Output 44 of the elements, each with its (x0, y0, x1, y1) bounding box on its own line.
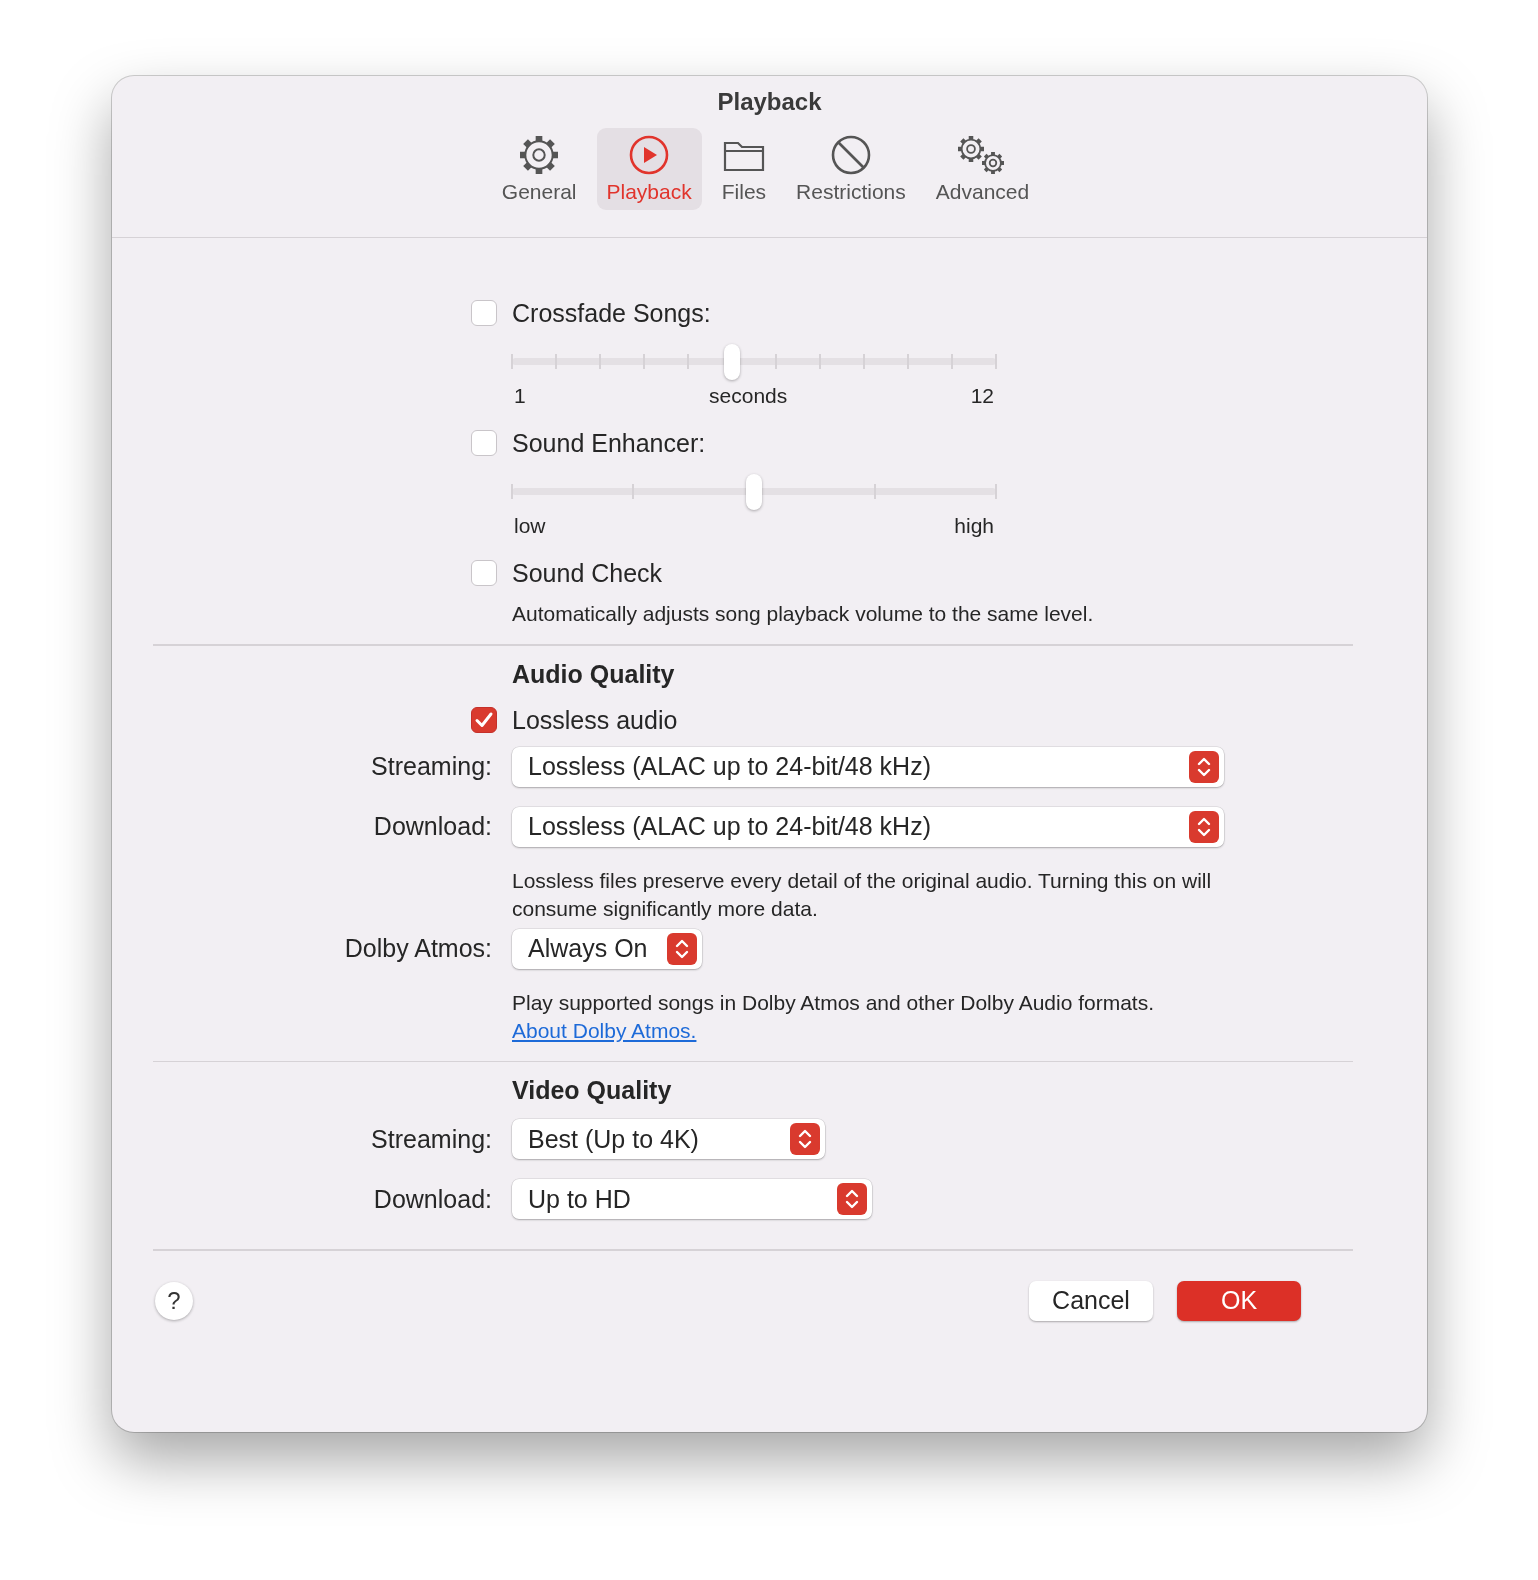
slider-min-label: low (514, 514, 546, 538)
checkbox[interactable] (471, 560, 497, 586)
checkbox-label: Lossless audio (512, 704, 678, 736)
slider-max-label: 12 (970, 384, 994, 408)
about-link[interactable]: About Dolby Atmos. (512, 1016, 697, 1045)
popup-button[interactable]: Always On (512, 928, 702, 969)
slider-max-label: high (954, 514, 994, 538)
popup-button[interactable]: Up to HD (512, 1179, 872, 1219)
section-heading: Audio Quality (512, 659, 676, 689)
popup-button[interactable]: Lossless (ALAC up to 24-bit/48 kHz) (512, 806, 1224, 847)
field-label: Download: (373, 1184, 492, 1214)
slider-thumb[interactable] (746, 474, 762, 510)
toolbar-tab[interactable]: General (491, 128, 587, 210)
checkbox[interactable] (471, 300, 497, 326)
field-label: Streaming: (371, 752, 492, 781)
slider-thumb[interactable] (723, 344, 740, 380)
popup-button[interactable]: Best (Up to 4K) (512, 1119, 825, 1159)
description-text: Automatically adjusts song playback volume to the same level. (512, 601, 1094, 627)
stepper-icon (790, 1123, 820, 1155)
toolbar-tab[interactable]: Files (711, 128, 777, 210)
description-text: Play supported songs in Dolby Atmos and other Dolby Audio formats. (512, 989, 1155, 1016)
popup-button[interactable]: Lossless (ALAC up to 24-bit/48 kHz) (512, 746, 1224, 787)
checkbox-label: Sound Enhancer: (512, 428, 706, 459)
cancel-button[interactable]: Cancel (1029, 1280, 1153, 1321)
help-button[interactable]: ? (155, 1281, 193, 1320)
section-heading: Video Quality (512, 1076, 673, 1105)
checkbox-label: Crossfade Songs: (512, 298, 711, 329)
slider-unit-label: seconds (709, 384, 788, 408)
checkbox[interactable] (471, 430, 497, 456)
field-label: Download: (373, 812, 492, 841)
slider-min-label: 1 (514, 384, 526, 408)
field-label: Streaming: (371, 1124, 492, 1154)
stepper-icon (1189, 750, 1219, 783)
toolbar-tab[interactable]: Advanced (925, 128, 1040, 210)
checkbox-label: Sound Check (512, 558, 663, 589)
stepper-icon (1189, 810, 1219, 843)
window-title: Playback (717, 88, 822, 116)
stepper-icon (837, 1183, 867, 1215)
stepper-icon (667, 932, 697, 965)
checkbox[interactable] (471, 706, 497, 733)
ok-button[interactable]: OK (1177, 1280, 1301, 1321)
field-label: Dolby Atmos: (344, 934, 492, 963)
description-text: Lossless files preserve every detail of the original audio. Turning this on will consume significantly more data. (512, 867, 1213, 922)
toolbar-tab[interactable]: Restrictions (786, 128, 916, 210)
